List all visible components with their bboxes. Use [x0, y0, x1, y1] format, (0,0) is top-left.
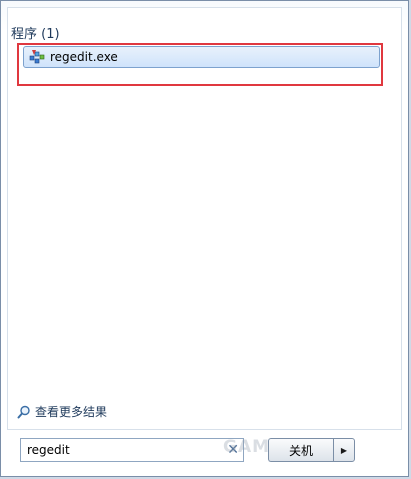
- see-more-results-link[interactable]: 查看更多结果: [17, 403, 107, 420]
- search-box[interactable]: ✕: [20, 438, 244, 462]
- clear-icon[interactable]: ✕: [227, 443, 239, 457]
- search-input[interactable]: [21, 440, 217, 460]
- shutdown-button[interactable]: 关机: [268, 438, 333, 462]
- search-icon: [17, 405, 30, 418]
- highlight-annotation: [17, 43, 383, 86]
- section-header-programs: 程序 (1): [11, 27, 60, 42]
- triangle-right-icon: ▶: [340, 445, 348, 455]
- see-more-label: 查看更多结果: [35, 405, 108, 419]
- shutdown-options-button[interactable]: ▶: [333, 438, 355, 462]
- start-menu: 程序 (1) regedit.exe 查看更多结果 ✕ GAMERSKY 关机 …: [0, 0, 409, 477]
- shutdown-group: 关机 ▶: [268, 438, 355, 462]
